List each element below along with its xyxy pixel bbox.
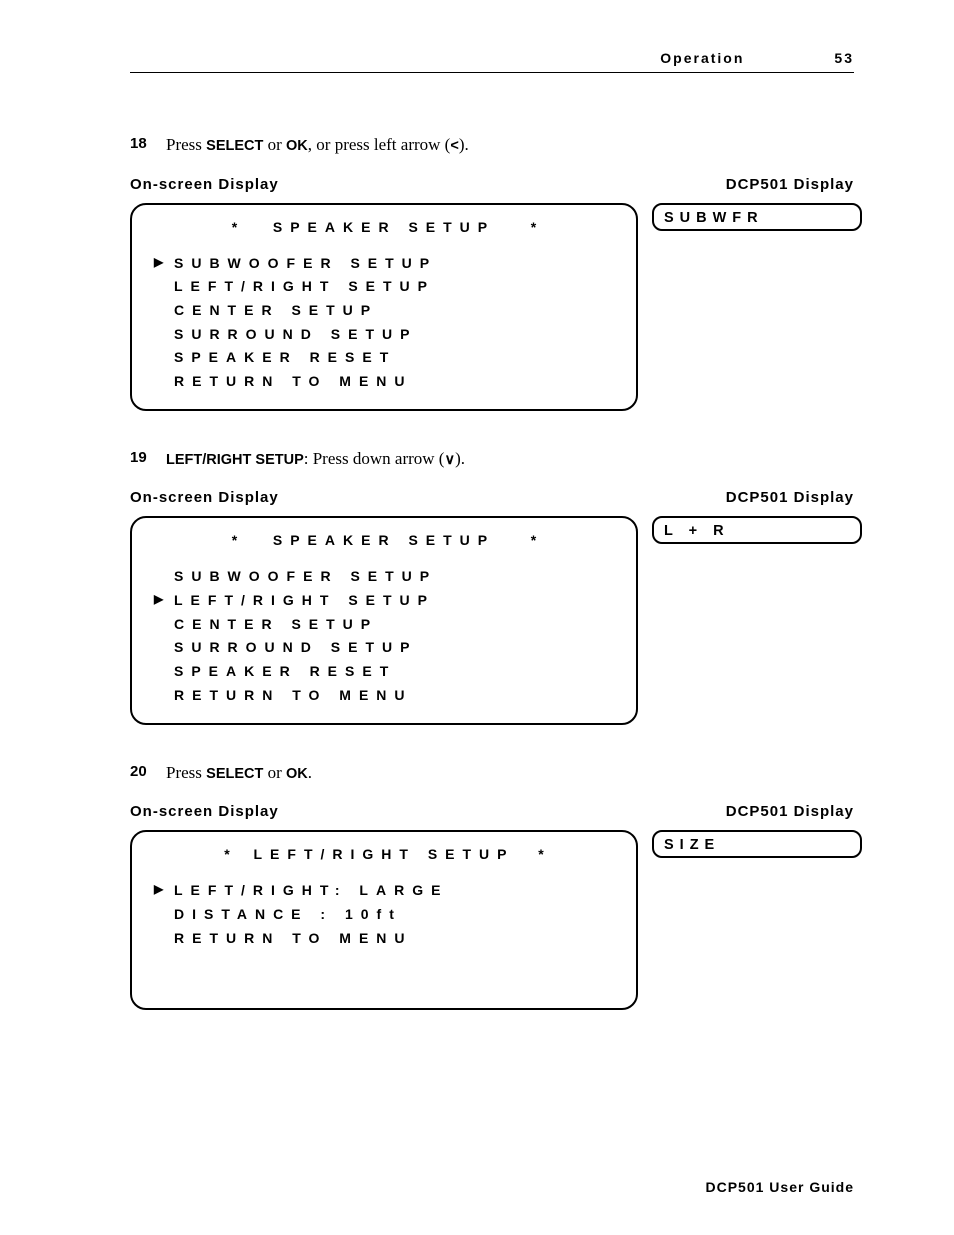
dcp-display-18: SUBWFR [652,203,862,231]
key-select: SELECT [206,138,263,154]
selection-arrow-icon: ▶ [154,253,174,275]
osd-line: SUBWOOFER SETUP [144,566,624,588]
osd-line: DISTANCE : 10ft [144,904,624,926]
onscreen-display-20: * LEFT/RIGHT SETUP * ▶LEFT/RIGHT: LARGE … [130,830,638,1010]
page-header: Operation 53 [130,50,854,73]
step-number: 20 [130,761,152,786]
selection-arrow-icon: ▶ [154,880,174,902]
label-onscreen: On-screen Display [130,489,279,506]
display-pair-20: * LEFT/RIGHT SETUP * ▶LEFT/RIGHT: LARGE … [130,830,854,1010]
step-text: Press SELECT or OK. [166,761,312,786]
label-onscreen: On-screen Display [130,176,279,193]
selection-arrow-icon: ▶ [154,590,174,612]
osd-line: SURROUND SETUP [144,637,624,659]
label-dcp: DCP501 Display [726,489,854,506]
key-ok: OK [286,138,308,154]
osd-line: CENTER SETUP [144,300,624,322]
key-leftright-setup: LEFT/RIGHT SETUP [166,452,304,468]
display-labels: On-screen Display DCP501 Display [130,176,854,193]
osd-line: RETURN TO MENU [144,928,624,950]
onscreen-display-18: * SPEAKER SETUP * ▶SUBWOOFER SETUP LEFT/… [130,203,638,411]
display-pair-19: * SPEAKER SETUP * SUBWOOFER SETUP ▶LEFT/… [130,516,854,724]
page: Operation 53 18 Press SELECT or OK, or p… [0,0,954,1235]
step-number: 19 [130,447,152,472]
step-text: LEFT/RIGHT SETUP: Press down arrow (∨). [166,447,465,472]
osd-line: LEFT/RIGHT SETUP [144,276,624,298]
key-select: SELECT [206,766,263,782]
osd-line: SURROUND SETUP [144,324,624,346]
step-20: 20 Press SELECT or OK. [130,761,854,786]
key-down-arrow: ∨ [444,452,455,468]
header-page-number: 53 [834,50,854,66]
osd-line: ▶LEFT/RIGHT SETUP [144,590,624,612]
display-labels: On-screen Display DCP501 Display [130,803,854,820]
dcp-display-20: SIZE [652,830,862,858]
key-left-arrow: < [450,138,458,154]
osd-line: RETURN TO MENU [144,685,624,707]
osd-line: SPEAKER RESET [144,661,624,683]
osd-title: * SPEAKER SETUP * [144,532,624,548]
osd-line: ▶LEFT/RIGHT: LARGE [144,880,624,902]
onscreen-display-19: * SPEAKER SETUP * SUBWOOFER SETUP ▶LEFT/… [130,516,638,724]
osd-line: RETURN TO MENU [144,371,624,393]
step-number: 18 [130,133,152,158]
osd-title: * LEFT/RIGHT SETUP * [144,846,624,862]
footer-guide-title: DCP501 User Guide [706,1179,855,1195]
step-18: 18 Press SELECT or OK, or press left arr… [130,133,854,158]
label-dcp: DCP501 Display [726,803,854,820]
header-section: Operation [660,50,744,66]
osd-line: CENTER SETUP [144,614,624,636]
dcp-display-19: L + R [652,516,862,544]
osd-line: SPEAKER RESET [144,347,624,369]
label-dcp: DCP501 Display [726,176,854,193]
step-text: Press SELECT or OK, or press left arrow … [166,133,469,158]
osd-title: * SPEAKER SETUP * [144,219,624,235]
label-onscreen: On-screen Display [130,803,279,820]
display-labels: On-screen Display DCP501 Display [130,489,854,506]
display-pair-18: * SPEAKER SETUP * ▶SUBWOOFER SETUP LEFT/… [130,203,854,411]
osd-line: ▶SUBWOOFER SETUP [144,253,624,275]
key-ok: OK [286,766,308,782]
step-19: 19 LEFT/RIGHT SETUP: Press down arrow (∨… [130,447,854,472]
